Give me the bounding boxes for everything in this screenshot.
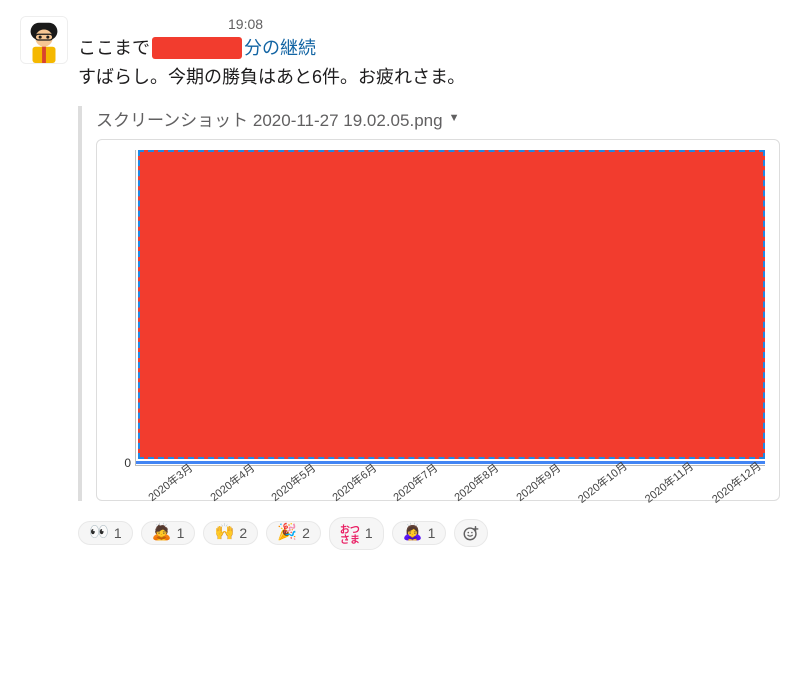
chart-container[interactable]: 0 2020年3月2020年4月2020年5月2020年6月2020年7月202… (96, 139, 780, 501)
x-axis: 2020年3月2020年4月2020年5月2020年6月2020年7月2020年… (135, 470, 765, 492)
reaction-count: 1 (428, 525, 436, 541)
y-tick-label: 0 (111, 150, 135, 470)
chart-plot-area: 0 (111, 150, 765, 470)
reaction-pill[interactable]: 👀1 (78, 521, 133, 545)
chevron-down-icon: ▼ (449, 112, 460, 124)
reaction-count: 1 (365, 525, 373, 541)
reaction-count: 1 (114, 525, 122, 541)
message-line-1: ここまで 分の継続 (78, 34, 780, 63)
attachment-filename: スクリーンショット 2020-11-27 19.02.05.png (96, 106, 443, 131)
reaction-count: 2 (239, 525, 247, 541)
reaction-pill[interactable]: 🙌2 (203, 521, 258, 545)
text-link-suffix[interactable]: 分の継続 (244, 34, 316, 63)
reaction-pill[interactable]: 🎉2 (266, 521, 321, 545)
reaction-emoji: 🙇‍♀️ (403, 525, 423, 541)
chart-baseline (136, 461, 765, 464)
reactions-bar: 👀1🙇1🙌2🎉2おつさま1🙇‍♀️1 (78, 517, 780, 550)
reaction-emoji: 🙇 (152, 525, 172, 541)
redacted-block (152, 37, 242, 59)
attachment: スクリーンショット 2020-11-27 19.02.05.png ▼ 0 20… (78, 106, 780, 501)
avatar[interactable] (20, 16, 68, 64)
reaction-emoji: 🎉 (277, 525, 297, 541)
message-header: 19:08 (78, 16, 780, 32)
reaction-emoji: 🙌 (214, 525, 234, 541)
reaction-emoji: 👀 (89, 525, 109, 541)
slack-message: 19:08 ここまで 分の継続 すばらし。今期の勝負はあと6件。お疲れさま。 ス… (20, 16, 780, 550)
attachment-header[interactable]: スクリーンショット 2020-11-27 19.02.05.png ▼ (96, 106, 780, 131)
message-line-2: すばらし。今期の勝負はあと6件。お疲れさま。 (78, 63, 780, 92)
reaction-emoji: おつさま (340, 521, 360, 546)
add-reaction-button[interactable] (454, 519, 488, 547)
reaction-pill[interactable]: おつさま 1 (329, 517, 384, 550)
message-content: 19:08 ここまで 分の継続 すばらし。今期の勝負はあと6件。お疲れさま。 ス… (78, 16, 780, 550)
chart-redacted-overlay (138, 150, 765, 459)
reaction-pill[interactable]: 🙇‍♀️ 1 (392, 521, 447, 545)
text-prefix: ここまで (78, 34, 150, 63)
timestamp[interactable]: 19:08 (228, 16, 263, 32)
reaction-count: 2 (302, 525, 310, 541)
reaction-count: 1 (177, 525, 185, 541)
chart-plot (135, 150, 765, 466)
reaction-pill[interactable]: 🙇1 (141, 521, 196, 545)
